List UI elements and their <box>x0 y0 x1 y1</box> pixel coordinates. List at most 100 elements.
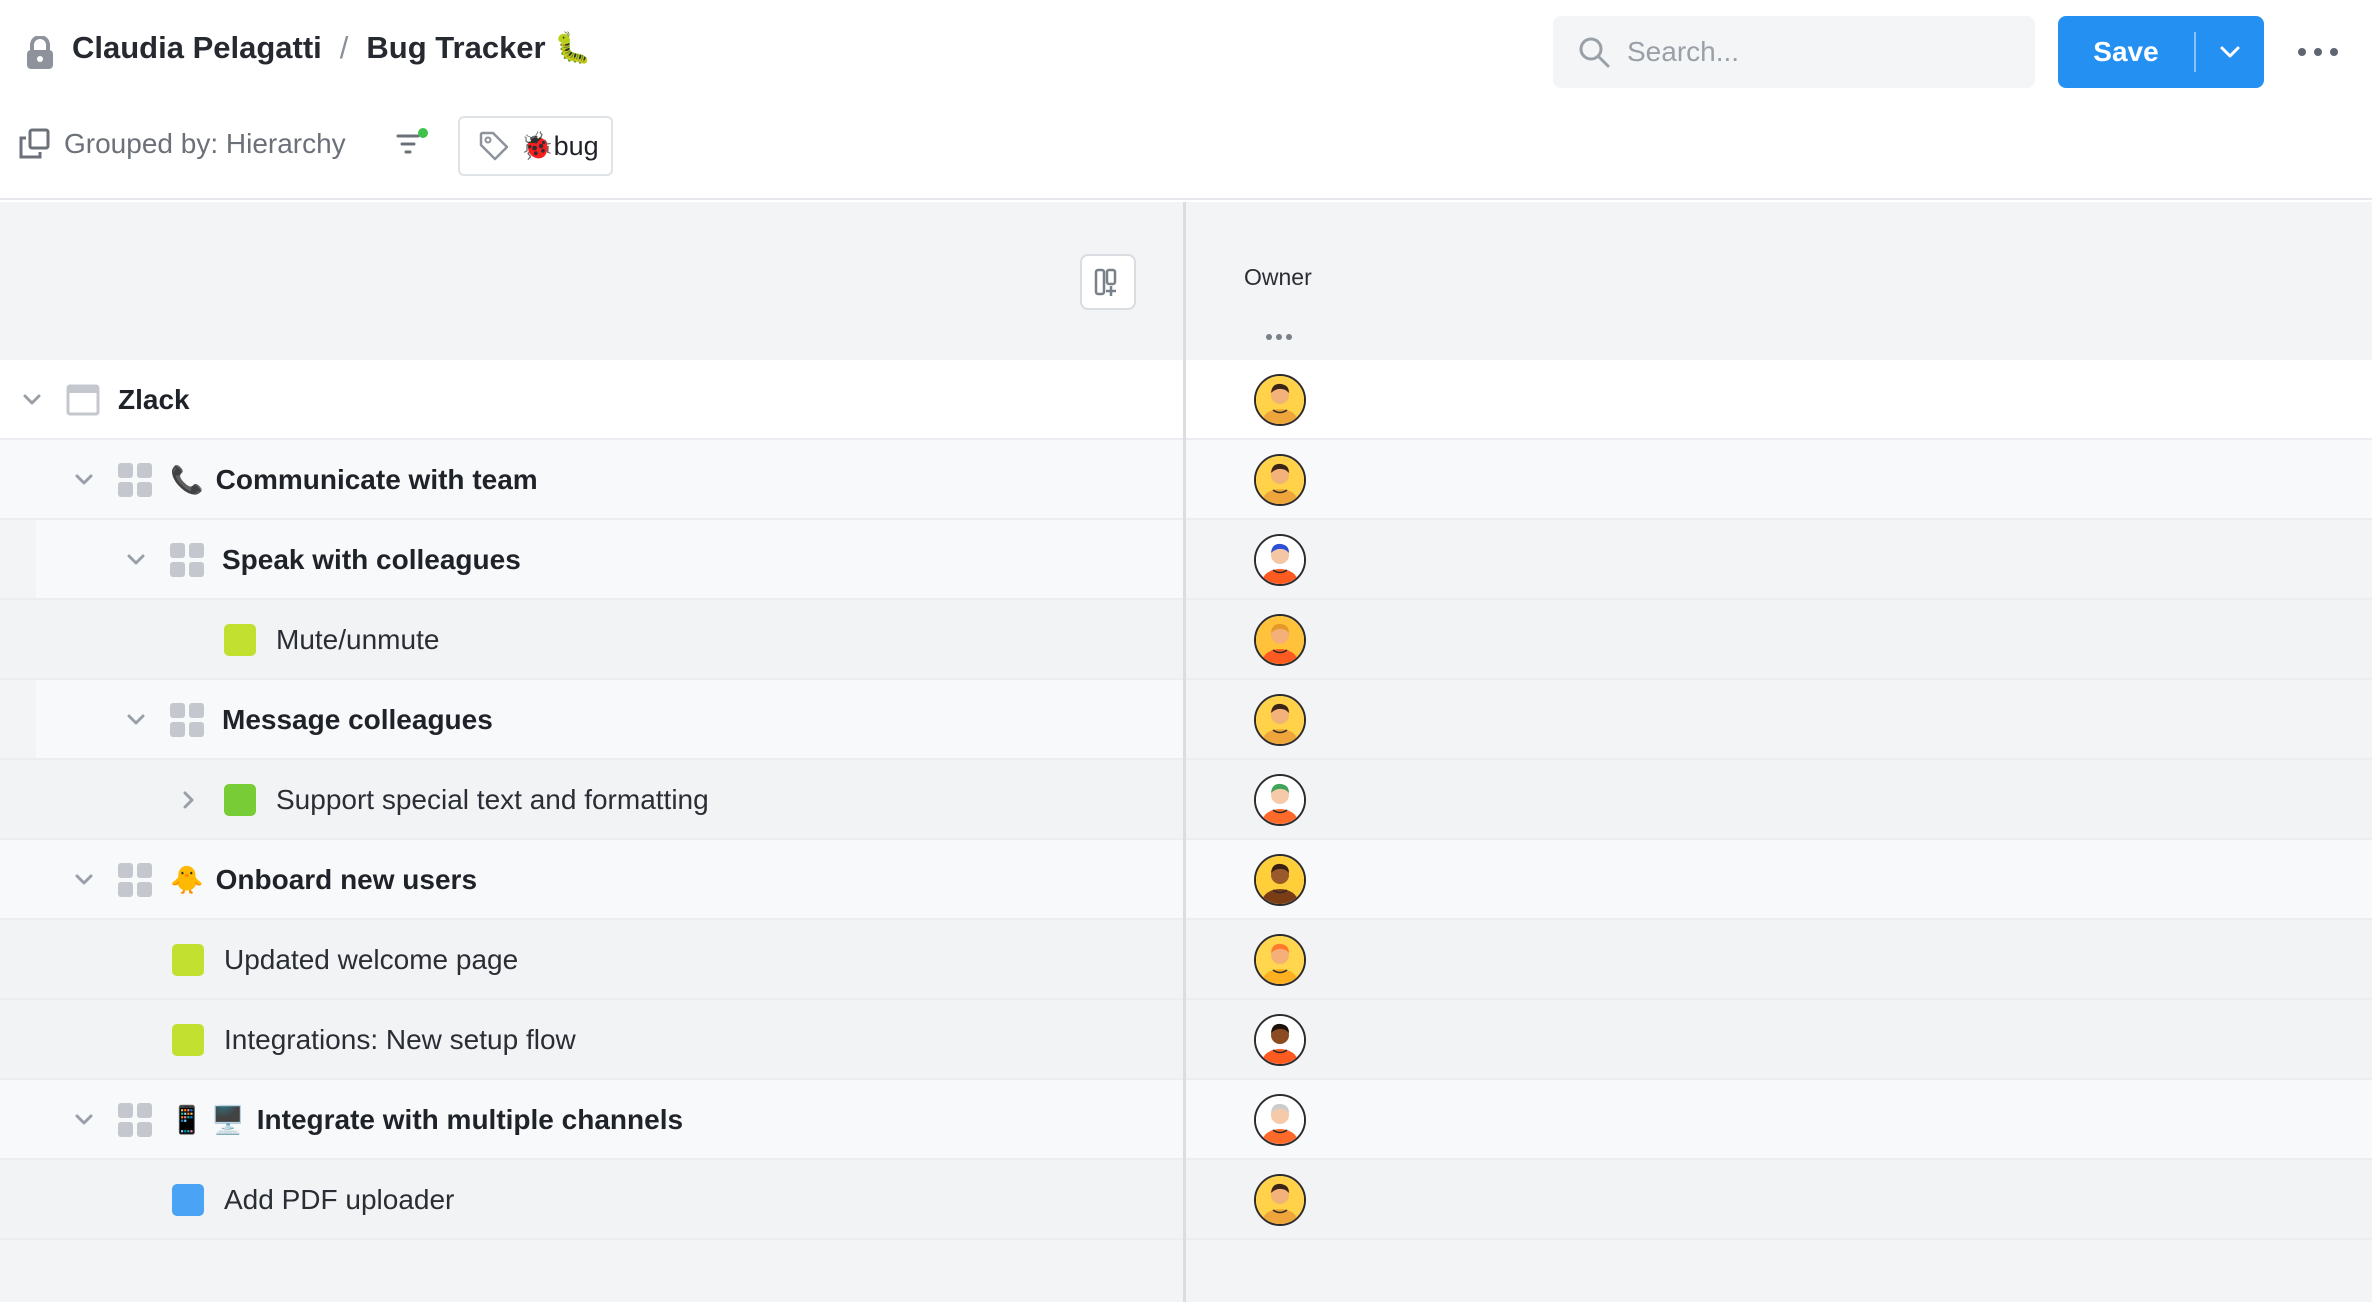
row-title[interactable]: Add PDF uploader <box>224 1184 454 1216</box>
owner-avatar[interactable] <box>1254 1014 1306 1066</box>
collapse-toggle[interactable] <box>124 708 148 732</box>
chevron-down-icon <box>23 394 41 405</box>
owner-avatar[interactable] <box>1254 1094 1306 1146</box>
group-row[interactable]: 📱 🖥️ Integrate with multiple channels <box>0 1080 2372 1160</box>
grid-cell <box>189 722 204 737</box>
grid-cell <box>137 1103 152 1118</box>
owner-column-menu-button[interactable] <box>1266 334 1292 342</box>
row-title[interactable]: Message colleagues <box>222 704 493 736</box>
grid-cell <box>137 1122 152 1137</box>
row-title[interactable]: Support special text and formatting <box>276 784 709 816</box>
breadcrumb: Claudia Pelagatti / Bug Tracker 🐛 <box>72 30 592 66</box>
save-button[interactable]: Save <box>2058 16 2194 88</box>
group-row[interactable]: Message colleagues <box>0 680 2372 760</box>
owner-avatar[interactable] <box>1254 934 1306 986</box>
row-title[interactable]: Onboard new users <box>216 864 477 896</box>
column-header-owner[interactable]: Owner <box>1244 264 1312 291</box>
project-row[interactable]: Zlack <box>0 360 2372 440</box>
owner-avatar[interactable] <box>1254 694 1306 746</box>
row-title[interactable]: Speak with colleagues <box>222 544 521 576</box>
collapse-toggle[interactable] <box>20 388 44 412</box>
add-column-button[interactable] <box>1080 254 1136 310</box>
grid-cell <box>170 543 185 558</box>
task-row[interactable]: Updated welcome page <box>0 920 2372 1000</box>
column-divider[interactable] <box>1183 202 1186 1302</box>
search-input[interactable] <box>1627 36 2007 68</box>
row-emoji: 📱 🖥️ <box>170 1105 245 1135</box>
group-icon <box>118 863 152 897</box>
owner-avatar[interactable] <box>1254 534 1306 586</box>
dot-icon <box>2314 48 2322 56</box>
page-title[interactable]: Bug Tracker 🐛 <box>366 30 591 66</box>
avatar-image <box>1256 536 1304 584</box>
grid-cell <box>137 882 152 897</box>
row-title[interactable]: Integrations: New setup flow <box>224 1024 576 1056</box>
task-row[interactable]: Add PDF uploader <box>0 1160 2372 1240</box>
group-icon <box>170 703 204 737</box>
status-square-icon[interactable] <box>224 624 256 656</box>
row-title[interactable]: Mute/unmute <box>276 624 439 656</box>
avatar-image <box>1256 456 1304 504</box>
group-icon <box>170 543 204 577</box>
breadcrumb-owner[interactable]: Claudia Pelagatti <box>72 30 322 66</box>
row-title[interactable]: Communicate with team <box>216 464 538 496</box>
status-square-icon[interactable] <box>172 1184 204 1216</box>
collapse-toggle[interactable] <box>124 548 148 572</box>
avatar-image <box>1256 376 1304 424</box>
collapse-toggle[interactable] <box>72 468 96 492</box>
chevron-down-icon <box>127 554 145 565</box>
grid-cell <box>137 863 152 878</box>
row-title[interactable]: Zlack <box>118 384 190 416</box>
owner-avatar[interactable] <box>1254 374 1306 426</box>
lock-icon <box>27 36 53 69</box>
top-bar: Claudia Pelagatti / Bug Tracker 🐛 Save <box>0 0 2372 200</box>
row-title[interactable]: Updated welcome page <box>224 944 518 976</box>
avatar-image <box>1256 1176 1304 1224</box>
collapse-toggle[interactable] <box>72 1108 96 1132</box>
tag-text: bug <box>553 131 599 161</box>
search-box[interactable] <box>1553 16 2035 88</box>
group-row[interactable]: 📞 Communicate with team <box>0 440 2372 520</box>
owner-avatar[interactable] <box>1254 454 1306 506</box>
grid-cell <box>118 463 133 478</box>
grid-cell <box>118 1122 133 1137</box>
group-by-control[interactable]: Grouped by: Hierarchy <box>18 128 346 160</box>
grid-cell <box>189 562 204 577</box>
owner-avatar[interactable] <box>1254 614 1306 666</box>
grid-cell <box>118 1103 133 1118</box>
hierarchy-icon <box>19 128 50 159</box>
save-options-button[interactable] <box>2196 16 2264 88</box>
row-title-cell: Support special text and formatting <box>276 760 709 840</box>
task-row[interactable]: Support special text and formatting <box>0 760 2372 840</box>
row-indent-band <box>36 520 1183 598</box>
add-column-icon <box>1094 268 1117 296</box>
chevron-right-icon <box>183 791 194 809</box>
status-square-icon[interactable] <box>224 784 256 816</box>
grid-cell <box>137 463 152 478</box>
filter-icon[interactable] <box>396 126 430 162</box>
owner-avatar[interactable] <box>1254 774 1306 826</box>
avatar-image <box>1256 776 1304 824</box>
row-title[interactable]: Integrate with multiple channels <box>257 1104 683 1136</box>
avatar-image <box>1256 856 1304 904</box>
collapse-toggle[interactable] <box>72 868 96 892</box>
tag-emoji: 🐞 <box>520 131 554 161</box>
save-button-group: Save <box>2058 16 2264 88</box>
status-square-icon[interactable] <box>172 1024 204 1056</box>
more-options-button[interactable] <box>2298 38 2338 66</box>
status-square-icon[interactable] <box>172 944 204 976</box>
tag-filter-chip[interactable]: 🐞bug <box>458 116 613 176</box>
expand-toggle[interactable] <box>176 788 200 812</box>
search-icon <box>1579 37 1610 68</box>
chevron-down-icon <box>75 1114 93 1125</box>
group-row[interactable]: 🐥 Onboard new users <box>0 840 2372 920</box>
dot-icon <box>2298 48 2306 56</box>
task-row[interactable]: Mute/unmute <box>0 600 2372 680</box>
row-title-cell: 🐥 Onboard new users <box>170 840 477 920</box>
task-row[interactable]: Integrations: New setup flow <box>0 1000 2372 1080</box>
dot-icon <box>1286 334 1292 340</box>
owner-avatar[interactable] <box>1254 854 1306 906</box>
group-row[interactable]: Speak with colleagues <box>0 520 2372 600</box>
owner-avatar[interactable] <box>1254 1174 1306 1226</box>
group-by-label: Grouped by: Hierarchy <box>64 128 346 159</box>
